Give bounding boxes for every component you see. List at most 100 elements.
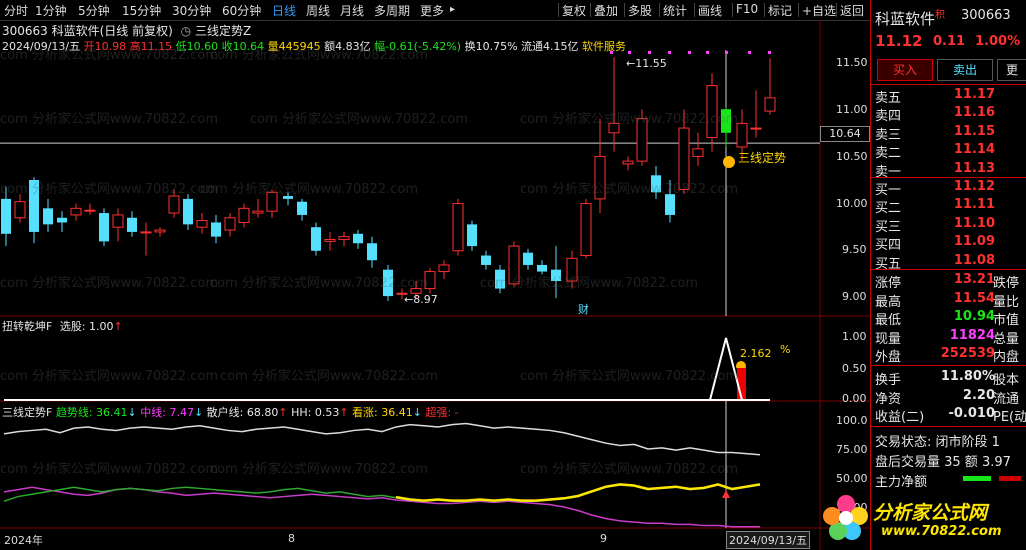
- candle-body: [706, 85, 718, 139]
- legend-retail: 散户线: 68.80: [206, 406, 279, 419]
- stock-code: 300663: [961, 8, 1011, 23]
- timeframe-tab-2[interactable]: 5分钟: [78, 2, 110, 19]
- candle-body: [29, 180, 39, 232]
- quote-price: 11.12: [875, 32, 923, 50]
- sub1-pct-label: %: [780, 343, 791, 356]
- candle-body: [196, 220, 208, 228]
- timeframe-tab-10[interactable]: 更多: [420, 2, 444, 19]
- toolbar-button-1[interactable]: 叠加: [594, 2, 618, 19]
- candle-body: [183, 198, 193, 225]
- down-arrow-icon: ↓: [127, 406, 137, 419]
- bid-row-4-label: 买四: [875, 238, 902, 254]
- candle-body: [297, 201, 307, 215]
- bid-row-2-value: 11.11: [953, 197, 995, 213]
- bid-row-5: 买五 11.08: [875, 253, 995, 272]
- sub1-title: 扭转乾坤F 选股: 1.00↑: [2, 320, 123, 333]
- stat2-row-1: 净资 2.20 流通: [875, 388, 1019, 407]
- candle-body: [594, 155, 606, 200]
- timeframe-tab-7[interactable]: 周线: [306, 2, 330, 19]
- stat-row-2: 最低 10.94 市值: [875, 309, 1019, 329]
- timeframe-tab-8[interactable]: 月线: [340, 2, 364, 19]
- candle-body: [70, 207, 82, 216]
- top-mark: [706, 51, 709, 54]
- timeframe-tab-9[interactable]: 多周期: [374, 2, 410, 19]
- candle-body: [467, 224, 477, 247]
- bid-row-3-value: 11.10: [953, 215, 995, 231]
- candle-body: [211, 222, 221, 237]
- high-price-label: ←11.55: [626, 57, 667, 70]
- candle-body: [678, 127, 690, 190]
- logo-text: 分析家公式网: [873, 502, 988, 524]
- up-arrow-icon: ↑: [339, 406, 349, 419]
- sub1-axis-1: 1.00: [842, 330, 867, 343]
- candle-body: [168, 195, 180, 214]
- toolbar-button-0[interactable]: 复权: [562, 2, 586, 19]
- up-arrow-icon: [722, 490, 730, 498]
- timeframe-tab-0[interactable]: 分时: [4, 2, 28, 19]
- finance-marker[interactable]: 财: [578, 301, 589, 317]
- toolbar-button-4[interactable]: 画线: [698, 2, 722, 19]
- candle-body: [99, 213, 109, 242]
- toolbar-button-8[interactable]: 返回: [840, 2, 864, 19]
- stat2-row-2-label2: PE(动: [993, 410, 1026, 426]
- sub1-value-label: 2.162: [740, 347, 772, 360]
- candle-body: [721, 109, 731, 133]
- ask-row-4-value: 11.16: [953, 105, 995, 121]
- signal-label: 三线定势: [738, 151, 787, 165]
- top-mark: [725, 51, 728, 54]
- toolbar-button-7[interactable]: +自选: [802, 2, 836, 19]
- candle-body: [154, 229, 166, 233]
- candle-body: [537, 264, 547, 272]
- candle-body: [424, 271, 436, 290]
- toolbar-button-6[interactable]: 标记: [768, 2, 792, 19]
- bid-row-2: 买二 11.11: [875, 197, 995, 217]
- sub2-title[interactable]: 三线定势F: [2, 406, 52, 419]
- ask-row-2-label: 卖二: [875, 146, 902, 162]
- buy-button[interactable]: 买入: [877, 59, 933, 81]
- top-mark: [610, 51, 613, 54]
- candle-body: [311, 227, 321, 251]
- price-axis-1150: 11.50: [836, 56, 868, 69]
- toolbar-button-3[interactable]: 统计: [663, 2, 687, 19]
- date-axis-aug: 8: [288, 532, 295, 545]
- stat-row-2-label: 最低: [875, 313, 902, 329]
- stat-row-1-label: 最高: [875, 294, 902, 310]
- ask-row-1-value: 11.13: [953, 160, 995, 176]
- toolbar-button-5[interactable]: F10: [736, 2, 758, 16]
- more-button[interactable]: 更: [997, 59, 1026, 81]
- bid-row-2-label: 买二: [875, 201, 902, 217]
- date-axis-current: 2024/09/13/五: [726, 531, 811, 549]
- timeframe-tab-3[interactable]: 15分钟: [122, 2, 161, 19]
- ask-row-4: 卖四 11.16: [875, 105, 995, 125]
- candle-body: [238, 207, 250, 223]
- trade-status: 交易状态: 闭市阶段 1: [875, 435, 1000, 450]
- bid-row-4: 买四 11.09: [875, 234, 995, 254]
- candle-body: [84, 209, 96, 212]
- period-toolbar: 分时 1分钟 5分钟 15分钟 30分钟 60分钟 日线 周线 月线 多周期 更多 ▸ 复权 叠加 多股 统计…: [0, 0, 870, 21]
- top-mark: [768, 51, 771, 54]
- legend-mid: 中线: 7.47: [140, 406, 194, 419]
- timeframe-tab-5[interactable]: 60分钟: [222, 2, 261, 19]
- main-force-label: 主力净额: [875, 475, 928, 490]
- ask-row-5: 卖五 11.17: [875, 87, 995, 106]
- current-price-tag: 10.64: [820, 126, 870, 142]
- stat-row-1-value: 11.54: [953, 290, 995, 306]
- top-mark: [668, 51, 671, 54]
- stat-row-0-label2: 跌停: [993, 276, 1020, 291]
- candle-body: [523, 252, 533, 265]
- chevron-right-icon[interactable]: ▸: [450, 4, 455, 15]
- ask-row-4-label: 卖四: [875, 109, 902, 125]
- stat-row-0: 涨停 13.21 跌停: [875, 272, 1019, 291]
- toolbar-button-2[interactable]: 多股: [628, 2, 652, 19]
- sell-button[interactable]: 卖出: [937, 59, 993, 81]
- quote-header: 科蓝软件积 300663: [875, 6, 1011, 28]
- stat2-row-0-value: 11.80%: [940, 369, 995, 384]
- main-force-bar: [963, 476, 991, 481]
- stock-tag: 积: [935, 10, 946, 21]
- stat2-row-1-label: 净资: [875, 391, 902, 407]
- timeframe-tab-4[interactable]: 30分钟: [172, 2, 211, 19]
- rise-line: [395, 483, 761, 502]
- timeframe-tab-6[interactable]: 日线: [272, 2, 296, 19]
- kline-chart-area[interactable]: [0, 20, 870, 550]
- timeframe-tab-1[interactable]: 1分钟: [35, 2, 67, 19]
